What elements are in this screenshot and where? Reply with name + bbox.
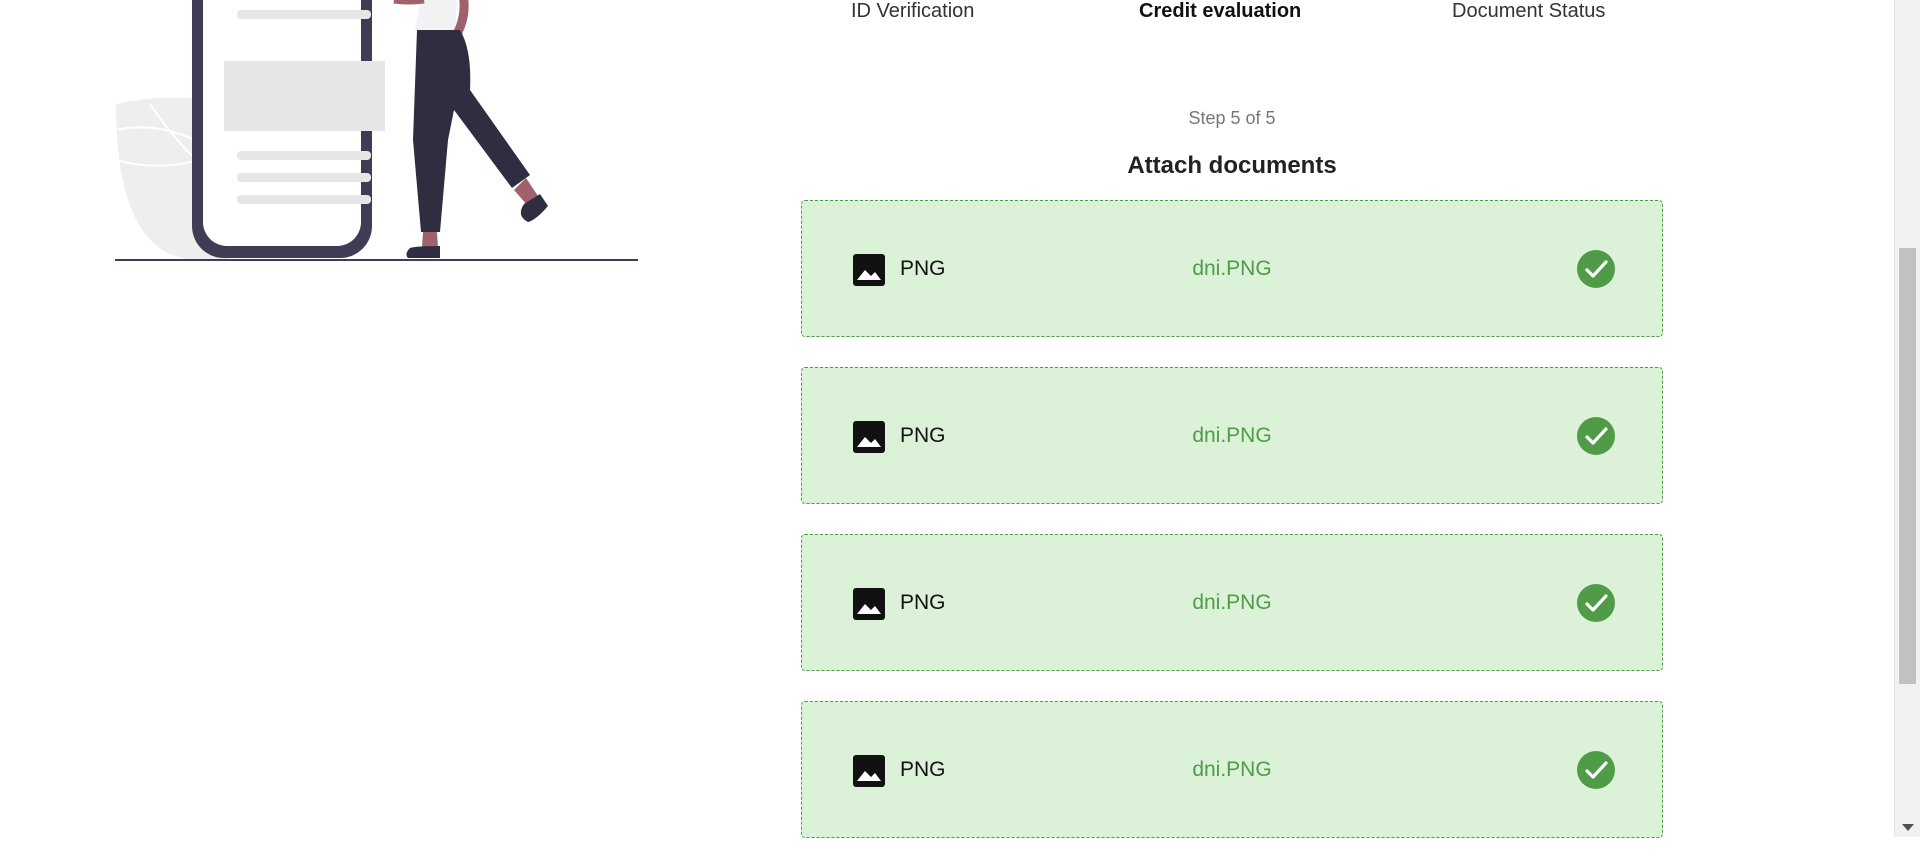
- check-circle-icon: [1577, 751, 1615, 789]
- check-circle-icon: [1577, 584, 1615, 622]
- scrollbar-thumb[interactable]: [1899, 248, 1916, 684]
- step-indicator: Step 5 of 5: [1188, 108, 1276, 128]
- document-card[interactable]: PNG dni.PNG: [801, 534, 1663, 671]
- document-card[interactable]: PNG dni.PNG: [801, 701, 1663, 838]
- file-name-link[interactable]: dni.PNG: [802, 257, 1662, 281]
- file-name-link[interactable]: dni.PNG: [802, 424, 1662, 448]
- person-with-phone-illustration: [115, 0, 638, 261]
- document-list: PNG dni.PNG PNG dni.PNG PNG dni.PNG PNG …: [801, 200, 1663, 868]
- scroll-down-arrow-icon[interactable]: [1902, 824, 1914, 831]
- tab-credit-evaluation[interactable]: Credit evaluation: [1139, 0, 1301, 23]
- vertical-scrollbar[interactable]: [1894, 0, 1920, 837]
- page-title: Attach documents: [1127, 152, 1337, 179]
- document-card[interactable]: PNG dni.PNG: [801, 200, 1663, 337]
- tab-id-verification[interactable]: ID Verification: [851, 0, 974, 23]
- tab-document-status[interactable]: Document Status: [1452, 0, 1605, 23]
- document-card[interactable]: PNG dni.PNG: [801, 367, 1663, 504]
- check-circle-icon: [1577, 250, 1615, 288]
- file-name-link[interactable]: dni.PNG: [802, 591, 1662, 615]
- file-name-link[interactable]: dni.PNG: [802, 758, 1662, 782]
- stepper-tabs: ID Verification Credit evaluation Docume…: [800, 0, 1660, 24]
- check-circle-icon: [1577, 417, 1615, 455]
